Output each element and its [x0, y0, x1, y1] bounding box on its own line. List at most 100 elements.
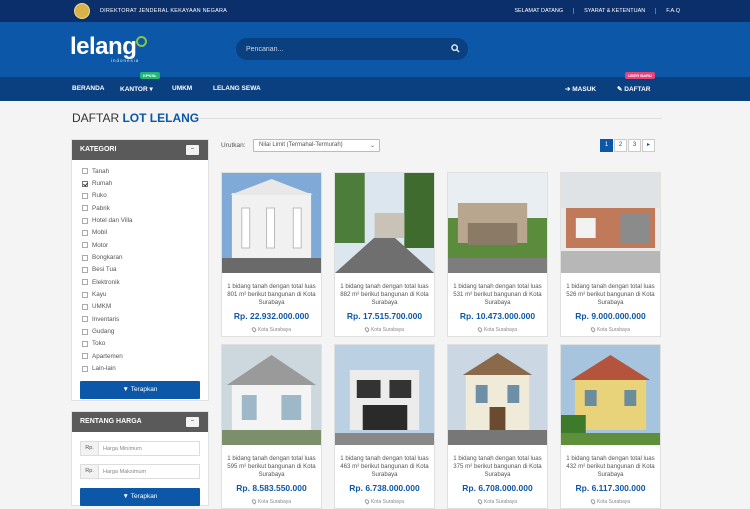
nav-lelang-sewa[interactable]: LELANG SEWA	[213, 85, 261, 92]
category-label: Apartemen	[92, 352, 123, 360]
category-item[interactable]: Rumah	[82, 177, 198, 189]
listing-description[interactable]: 1 bidang tanah dengan total luas 595 m² …	[222, 450, 321, 483]
category-label: Mobil	[92, 229, 108, 237]
filter-icon: ▼	[122, 385, 129, 393]
category-checkbox[interactable]	[82, 316, 88, 323]
login-link[interactable]: ➔ MASUK	[565, 85, 596, 93]
category-item[interactable]: Toko	[82, 338, 198, 350]
category-checkbox[interactable]	[82, 168, 88, 175]
category-checkbox[interactable]	[82, 266, 88, 273]
price-heading: RENTANG HARGA	[80, 418, 142, 425]
category-item[interactable]: Gudang	[82, 325, 198, 337]
category-checkbox[interactable]	[82, 279, 88, 286]
site-logo[interactable]: lelang	[70, 33, 137, 61]
category-apply-button[interactable]: ▼ Terapkan	[80, 380, 200, 399]
category-checkbox[interactable]	[82, 328, 88, 335]
listing-photo[interactable]	[448, 345, 547, 445]
category-item[interactable]: Motor	[82, 239, 198, 251]
category-item[interactable]: Ruko	[82, 190, 198, 202]
category-checkbox[interactable]	[82, 205, 88, 212]
price-apply-button[interactable]: ▼ Terapkan	[80, 488, 200, 506]
category-checkbox[interactable]	[82, 353, 88, 360]
listing-description[interactable]: 1 bidang tanah dengan total luas 882 m² …	[335, 278, 434, 311]
faq-link[interactable]: F.A.Q	[655, 8, 690, 14]
category-checkbox[interactable]	[82, 291, 88, 298]
category-item[interactable]: Tanah	[82, 165, 198, 177]
category-item[interactable]: Elektronik	[82, 276, 198, 288]
category-checkbox[interactable]	[82, 217, 88, 224]
listing-description[interactable]: 1 bidang tanah dengan total luas 432 m² …	[561, 450, 660, 483]
location-pin-icon	[476, 326, 484, 333]
listing-card[interactable]: 1 bidang tanah dengan total luas 531 m² …	[447, 172, 548, 337]
category-checkbox[interactable]	[82, 192, 88, 199]
listing-card[interactable]: 1 bidang tanah dengan total luas 801 m² …	[221, 172, 322, 337]
search-icon[interactable]	[451, 44, 460, 53]
header: lelang indonesia	[0, 22, 750, 77]
page-2[interactable]: 2	[614, 139, 627, 152]
category-checkbox[interactable]	[82, 365, 88, 372]
nav-kantor-label: KANTOR	[120, 86, 148, 93]
location-pin-icon	[589, 498, 597, 505]
listing-card[interactable]: 1 bidang tanah dengan total luas 375 m² …	[447, 344, 548, 509]
listing-photo[interactable]	[222, 173, 321, 273]
listing-photo[interactable]	[561, 345, 660, 445]
category-item[interactable]: Kayu	[82, 288, 198, 300]
listing-location-label: Kota Surabaya	[483, 327, 518, 333]
nav-kantor[interactable]: KANTOR ▾	[120, 85, 153, 93]
listing-description[interactable]: 1 bidang tanah dengan total luas 526 m² …	[561, 278, 660, 311]
register-link[interactable]: ✎ DAFTAR	[617, 85, 651, 93]
category-checkbox[interactable]	[82, 254, 88, 261]
top-links: SELAMAT DATANG SYARAT & KETENTUAN F.A.Q	[504, 8, 690, 14]
listing-price: Rp. 6.117.300.000	[575, 483, 646, 493]
category-item[interactable]: Bongkaran	[82, 251, 198, 263]
category-item[interactable]: Pabrik	[82, 202, 198, 214]
category-checkbox[interactable]	[82, 340, 88, 347]
logo-mark-icon	[136, 36, 147, 47]
listing-card[interactable]: 1 bidang tanah dengan total luas 882 m² …	[334, 172, 435, 337]
listing-description[interactable]: 1 bidang tanah dengan total luas 375 m² …	[448, 450, 547, 483]
collapse-icon[interactable]: –	[186, 145, 199, 155]
listing-card[interactable]: 1 bidang tanah dengan total luas 595 m² …	[221, 344, 322, 509]
location-pin-icon	[589, 326, 597, 333]
category-panel: KATEGORI – Tanah Rumah Ruko Pabrik Hotel dan…	[71, 139, 209, 401]
category-item[interactable]: Mobil	[82, 227, 198, 239]
listing-photo[interactable]	[335, 173, 434, 273]
category-item[interactable]: Apartemen	[82, 350, 198, 362]
listing-photo[interactable]	[448, 173, 547, 273]
listing-photo[interactable]	[222, 345, 321, 445]
category-checkbox[interactable]	[82, 229, 88, 236]
category-checkbox[interactable]	[82, 180, 88, 187]
welcome-link[interactable]: SELAMAT DATANG	[504, 8, 573, 14]
top-bar: DIREKTORAT JENDERAL KEKAYAAN NEGARA SELA…	[0, 0, 750, 22]
listing-description[interactable]: 1 bidang tanah dengan total luas 801 m² …	[222, 278, 321, 311]
search-input[interactable]	[246, 43, 436, 55]
listing-photo[interactable]	[561, 173, 660, 273]
page-3[interactable]: 3	[628, 139, 641, 152]
listing-card[interactable]: 1 bidang tanah dengan total luas 526 m² …	[560, 172, 661, 337]
category-checkbox[interactable]	[82, 242, 88, 249]
category-item[interactable]: Lain-lain	[82, 363, 198, 375]
next-page-button[interactable]: ▸	[642, 139, 655, 152]
chevron-down-icon: ▾	[149, 86, 153, 93]
min-price-input[interactable]	[99, 442, 199, 455]
listing-description[interactable]: 1 bidang tanah dengan total luas 463 m² …	[335, 450, 434, 483]
terms-link[interactable]: SYARAT & KETENTUAN	[573, 8, 655, 14]
nav-beranda[interactable]: BERANDA	[72, 85, 105, 92]
category-item[interactable]: Besi Tua	[82, 264, 198, 276]
listing-price: Rp. 6.708.000.000	[462, 483, 533, 493]
listing-description[interactable]: 1 bidang tanah dengan total luas 531 m² …	[448, 278, 547, 311]
nav-umkm[interactable]: UMKM	[172, 85, 192, 92]
listing-location: Kota Surabaya	[335, 326, 434, 333]
collapse-icon[interactable]: –	[186, 417, 199, 427]
listing-card[interactable]: 1 bidang tanah dengan total luas 463 m² …	[334, 344, 435, 509]
category-item[interactable]: UMKM	[82, 301, 198, 313]
listing-card[interactable]: 1 bidang tanah dengan total luas 432 m² …	[560, 344, 661, 509]
category-item[interactable]: Inventaris	[82, 313, 198, 325]
category-checkbox[interactable]	[82, 303, 88, 310]
price-range-panel: RENTANG HARGA – Rp. Rp. ▼ Terapkan	[71, 411, 209, 506]
page-1[interactable]: 1	[600, 139, 613, 152]
sort-select[interactable]: Nilai Limit (Termahal-Termurah) ⌄	[253, 139, 380, 152]
category-item[interactable]: Hotel dan Villa	[82, 214, 198, 226]
listing-photo[interactable]	[335, 345, 434, 445]
max-price-input[interactable]	[99, 465, 199, 478]
